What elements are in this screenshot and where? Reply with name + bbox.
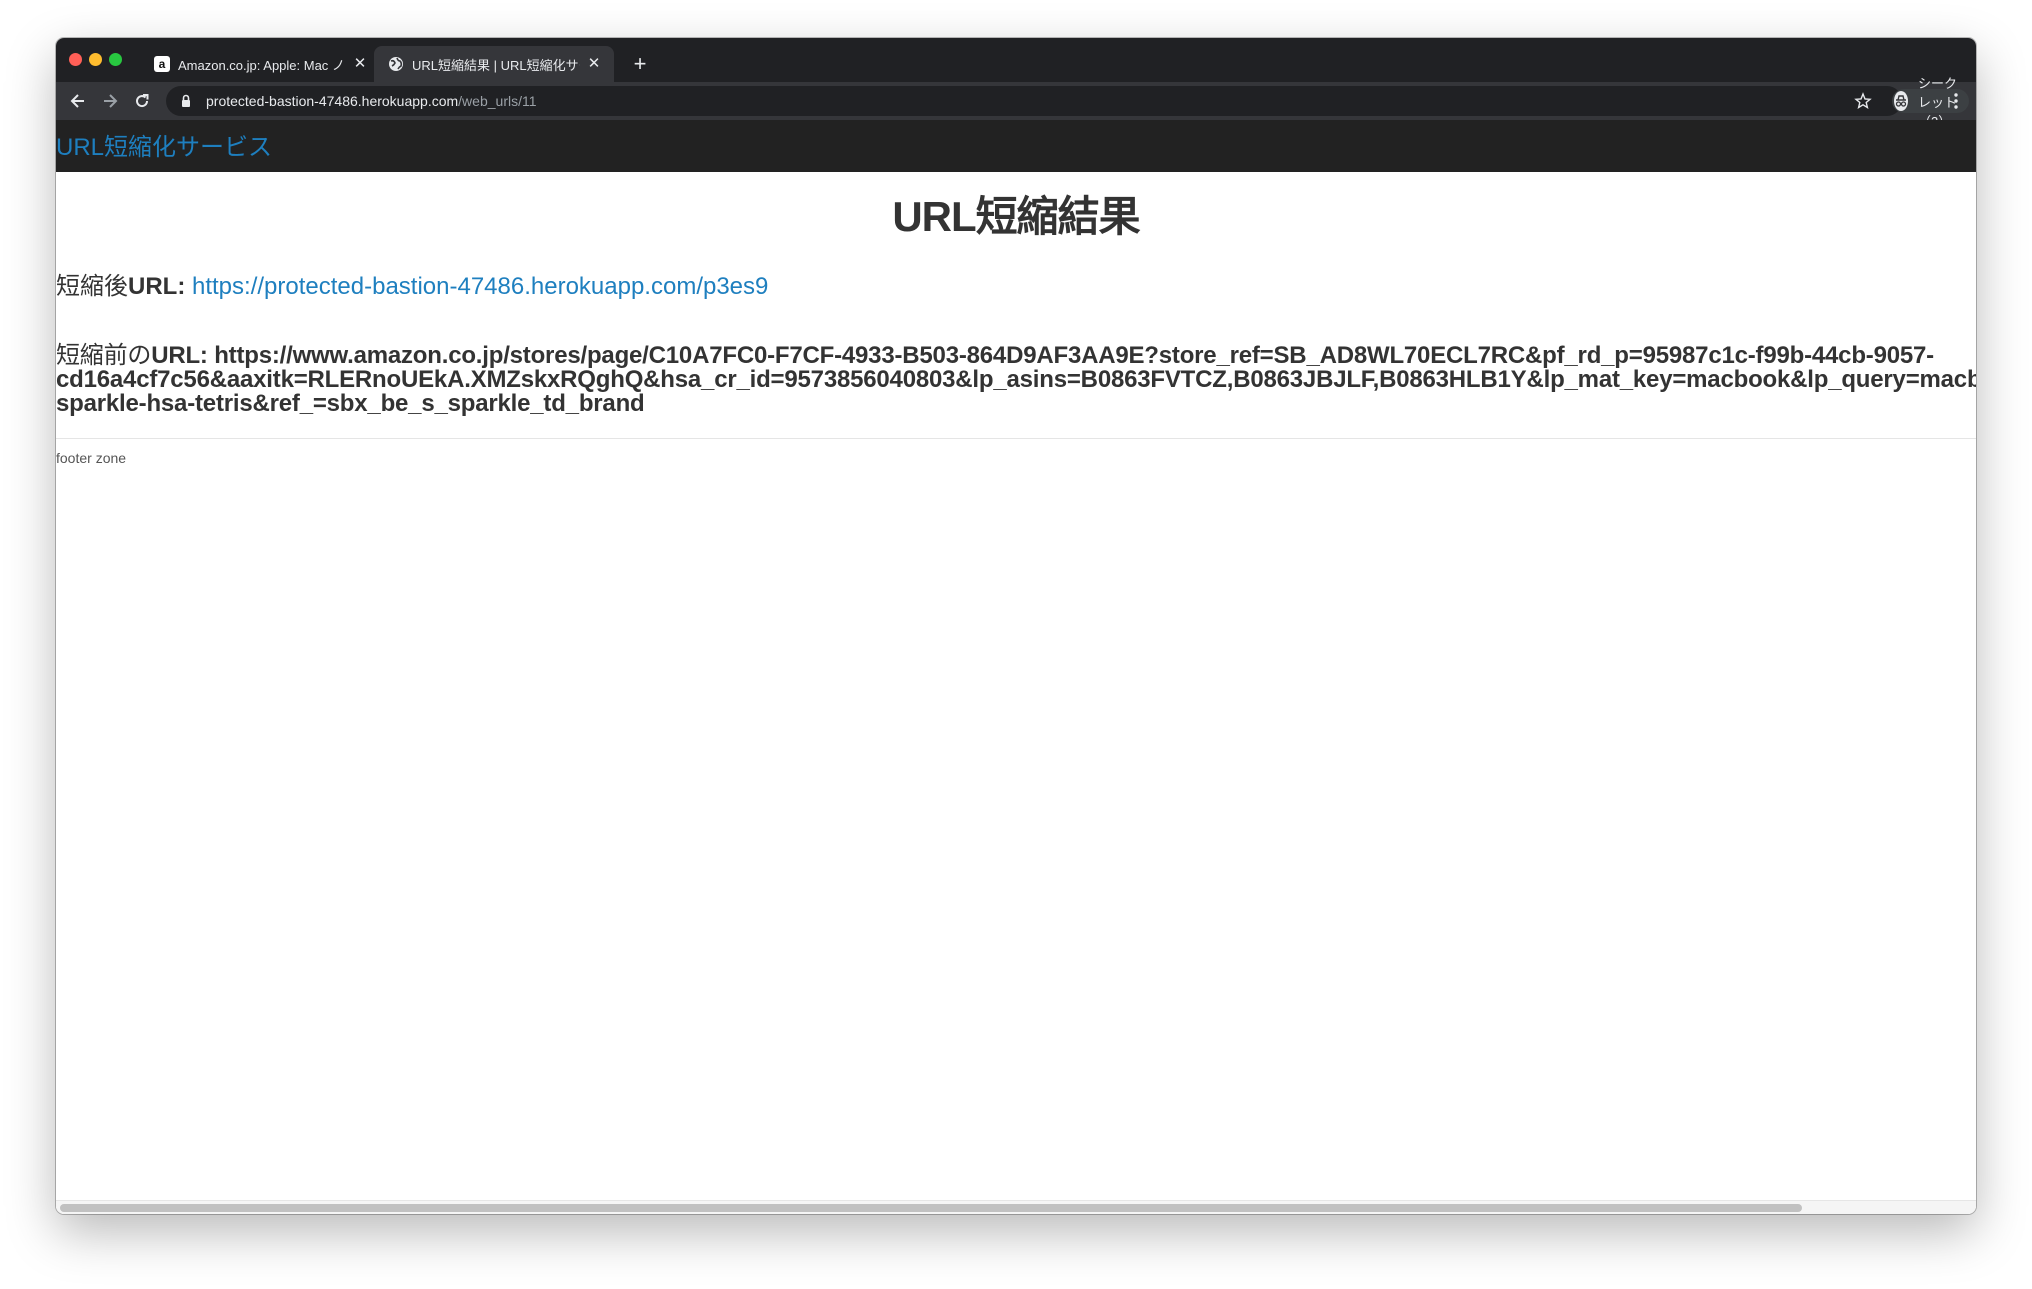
star-icon[interactable] xyxy=(1854,92,1872,110)
scrollbar-thumb[interactable] xyxy=(60,1204,1802,1212)
tab-title: Amazon.co.jp: Apple: Mac ノー xyxy=(178,57,346,73)
reload-icon xyxy=(136,94,149,108)
short-url-label: URL: xyxy=(128,273,186,300)
forward-button[interactable] xyxy=(98,89,122,113)
tab-title: URL短縮結果 | URL短縮化サービ xyxy=(412,57,580,73)
minimize-window-button[interactable] xyxy=(89,53,102,66)
tab-url-result[interactable]: URL短縮結果 | URL短縮化サービ ✕ xyxy=(374,46,614,82)
address-bar[interactable]: protected-bastion-47486.herokuapp.com/we… xyxy=(166,76,1970,129)
maximize-window-button[interactable] xyxy=(109,53,122,66)
original-url-label: URL: xyxy=(151,342,208,369)
plus-icon: + xyxy=(633,51,647,76)
short-url-row: 短縮後URL: https://protected-bastion-47486.… xyxy=(56,272,768,302)
close-icon[interactable]: ✕ xyxy=(586,56,602,72)
page-content: URL短縮化サービス URL短縮結果 短縮後URL: https://prote… xyxy=(56,120,1976,1214)
horizontal-scrollbar[interactable] xyxy=(56,1200,1976,1214)
original-url-line-2: cd16a4cf7c56&aaxitk=RLERnoUEkA.XMZskxRQg… xyxy=(56,366,1976,393)
amazon-icon: a xyxy=(154,56,170,72)
close-icon[interactable]: ✕ xyxy=(352,56,368,72)
new-tab-button[interactable]: + xyxy=(626,50,654,78)
short-url-link[interactable]: https://protected-bastion-47486.herokuap… xyxy=(192,273,768,300)
url-path: /web_urls/11 xyxy=(458,93,537,109)
site-brand-link[interactable]: URL短縮化サービス xyxy=(56,134,272,162)
incognito-icon xyxy=(1894,91,1908,111)
original-url-line-3: sparkle-hsa-tetris&ref_=sbx_be_s_sparkle… xyxy=(56,390,645,417)
close-window-button[interactable] xyxy=(69,53,82,66)
tab-amazon[interactable]: a Amazon.co.jp: Apple: Mac ノー ✕ xyxy=(140,46,380,82)
site-navbar: URL短縮化サービス xyxy=(56,120,1976,172)
more-vert-icon[interactable] xyxy=(1946,91,1966,111)
forward-arrow-icon xyxy=(104,94,118,108)
footer-text: footer zone xyxy=(56,450,127,466)
back-button[interactable] xyxy=(66,89,90,113)
back-arrow-icon xyxy=(70,94,84,108)
browser-toolbar: protected-bastion-47486.herokuapp.com/we… xyxy=(56,76,1976,129)
original-url-block: 短縮前のURL: https://www.amazon.co.jp/stores… xyxy=(56,344,1976,416)
globe-icon xyxy=(388,56,404,72)
browser-window: a Amazon.co.jp: Apple: Mac ノー ✕ URL短縮結果 … xyxy=(56,38,1976,1214)
reload-button[interactable] xyxy=(130,89,154,113)
original-url-line-1: https://www.amazon.co.jp/stores/page/C10… xyxy=(214,342,1934,369)
tab-strip: a Amazon.co.jp: Apple: Mac ノー ✕ URL短縮結果 … xyxy=(56,38,1976,82)
address-url[interactable]: protected-bastion-47486.herokuapp.com/we… xyxy=(206,93,537,109)
url-host: protected-bastion-47486.herokuapp.com xyxy=(206,93,459,109)
footer-divider xyxy=(56,438,1976,439)
original-url-label-jp: 短縮前の xyxy=(56,342,152,369)
short-url-label-jp: 短縮後 xyxy=(56,273,128,300)
page-title: URL短縮結果 xyxy=(892,193,1140,240)
lock-icon xyxy=(182,94,190,107)
